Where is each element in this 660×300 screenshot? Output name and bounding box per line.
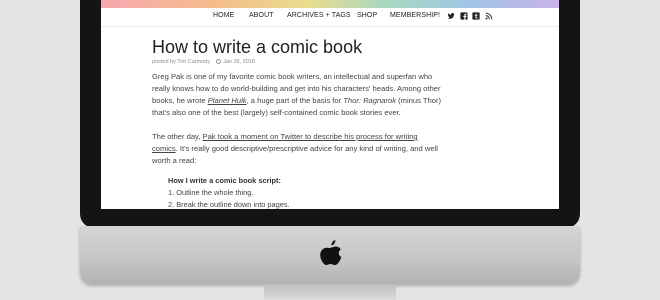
text: , a huge part of the basis for bbox=[246, 96, 344, 105]
script-heading: How I write a comic book script: bbox=[168, 176, 281, 185]
nav-archives-tags[interactable]: ARCHIVES + TAGS bbox=[287, 12, 351, 19]
text: books, he wrote bbox=[152, 96, 208, 105]
tumblr-icon[interactable] bbox=[472, 12, 480, 20]
planet-hulk-link[interactable]: Planet Hulk bbox=[208, 96, 247, 105]
imac-stand bbox=[264, 284, 396, 300]
post-meta: posted by Tim Carmody Jan 26, 2018 bbox=[152, 59, 255, 65]
paragraph-line: comics. It's really good descriptive/pre… bbox=[152, 143, 438, 155]
paragraph-line: The other day, Pak took a moment on Twit… bbox=[152, 131, 418, 143]
text: . It's really good descriptive/prescript… bbox=[175, 144, 438, 153]
nav-membership[interactable]: MEMBERSHIP! bbox=[390, 12, 440, 19]
post-title: How to write a comic book bbox=[152, 37, 363, 57]
nav-about[interactable]: ABOUT bbox=[249, 12, 274, 19]
list-item: 2. Break the outline down into pages. bbox=[168, 200, 290, 209]
rss-icon[interactable] bbox=[485, 12, 493, 20]
post-date: Jan 26, 2018 bbox=[223, 59, 255, 65]
apple-logo-icon bbox=[320, 240, 342, 266]
thor-ragnarok-title: Thor: Ragnarok bbox=[343, 96, 396, 105]
top-nav: HOME ABOUT ARCHIVES + TAGS SHOP MEMBERSH… bbox=[101, 8, 559, 27]
browser-screen: HOME ABOUT ARCHIVES + TAGS SHOP MEMBERSH… bbox=[101, 0, 559, 209]
paragraph-line: Greg Pak is one of my favorite comic boo… bbox=[152, 72, 433, 81]
twitter-icon[interactable] bbox=[447, 12, 455, 20]
text: The other day, bbox=[152, 132, 203, 141]
header-rainbow-banner bbox=[101, 0, 559, 8]
text: (minus Thor) bbox=[396, 96, 442, 105]
post-author[interactable]: posted by Tim Carmody bbox=[152, 59, 210, 65]
clock-icon bbox=[216, 59, 222, 64]
facebook-icon[interactable] bbox=[460, 12, 468, 20]
paragraph-line: that's also one of the best (largely) se… bbox=[152, 108, 401, 117]
twitter-process-link-cont[interactable]: comics bbox=[152, 144, 176, 153]
twitter-process-link[interactable]: Pak took a moment on Twitter to describe… bbox=[203, 132, 418, 141]
list-item: 1. Outline the whole thing. bbox=[168, 188, 254, 197]
nav-shop[interactable]: SHOP bbox=[357, 12, 377, 19]
paragraph-line: books, he wrote Planet Hulk, a huge part… bbox=[152, 95, 441, 107]
nav-home[interactable]: HOME bbox=[213, 12, 234, 19]
paragraph-line: really knows how to do world-building an… bbox=[152, 84, 441, 93]
paragraph-line: worth a read: bbox=[152, 156, 197, 165]
